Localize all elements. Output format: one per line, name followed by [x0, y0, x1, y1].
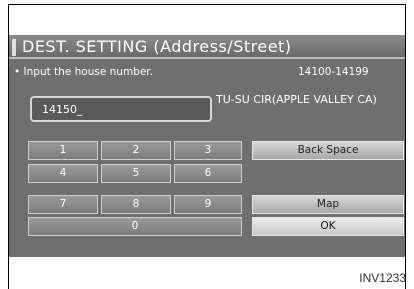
title-accent-bar — [12, 39, 16, 56]
house-number-range: 14100-14199 — [298, 66, 369, 78]
ok-button[interactable]: OK — [252, 217, 404, 236]
key-0[interactable]: 0 — [28, 217, 242, 236]
key-7[interactable]: 7 — [28, 195, 98, 214]
key-8[interactable]: 8 — [101, 195, 171, 214]
key-4[interactable]: 4 — [28, 164, 98, 183]
key-6[interactable]: 6 — [174, 164, 242, 183]
page-title: DEST. SETTING (Address/Street) — [22, 37, 292, 56]
key-1[interactable]: 1 — [28, 141, 98, 160]
map-button[interactable]: Map — [252, 195, 404, 214]
back-space-button[interactable]: Back Space — [252, 141, 404, 160]
house-number-input[interactable]: 14150_ — [30, 96, 212, 122]
figure-caption: INV1233 — [359, 271, 406, 285]
key-3[interactable]: 3 — [174, 141, 242, 160]
house-number-value: 14150_ — [42, 103, 83, 116]
street-name-display: TU-SU CIR(APPLE VALLEY CA) — [216, 93, 377, 106]
key-9[interactable]: 9 — [174, 195, 242, 214]
key-5[interactable]: 5 — [101, 164, 171, 183]
instruction-text: • Input the house number. — [14, 66, 153, 78]
key-2[interactable]: 2 — [101, 141, 171, 160]
